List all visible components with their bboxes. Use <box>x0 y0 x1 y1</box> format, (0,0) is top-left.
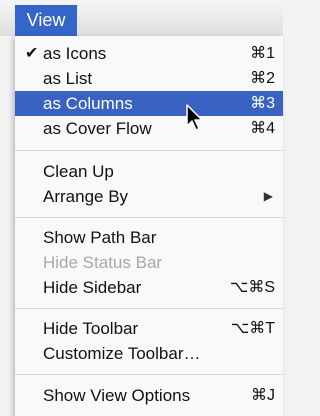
menu-item-show-path-bar[interactable]: Show Path Bar <box>15 225 283 250</box>
menu-item-shortcut: ⌘2 <box>250 70 275 87</box>
menu-item-label: as List <box>43 69 93 88</box>
menu-item-as-columns[interactable]: as Columns ⌘3 <box>15 91 283 116</box>
menu-separator <box>15 150 283 151</box>
checkmark-icon: ✔ <box>25 45 39 62</box>
menu-item-show-view-options[interactable]: Show View Options ⌘J <box>15 383 283 408</box>
menu-item-clean-up[interactable]: Clean Up <box>15 159 283 184</box>
menu-item-customize-toolbar[interactable]: Customize Toolbar… <box>15 341 283 366</box>
menu-item-shortcut: ⌥⌘S <box>229 279 275 296</box>
menu-item-shortcut: ⌥⌘T <box>230 320 275 337</box>
menu-item-hide-status-bar: Hide Status Bar <box>15 250 283 275</box>
menu-item-label: Show Path Bar <box>43 228 157 247</box>
menu-separator <box>15 374 283 375</box>
view-menu-title[interactable]: View <box>15 5 77 36</box>
view-menu-dropdown: ✔ as Icons ⌘1 as List ⌘2 as Columns ⌘3 a… <box>15 36 283 416</box>
mouse-pointer-icon <box>186 104 203 131</box>
menu-item-hide-toolbar[interactable]: Hide Toolbar ⌥⌘T <box>15 316 283 341</box>
menu-item-label: Hide Toolbar <box>43 319 139 338</box>
menu-item-label: Hide Status Bar <box>43 253 163 272</box>
menu-item-label: Customize Toolbar… <box>43 344 201 363</box>
menu-item-as-cover-flow[interactable]: as Cover Flow ⌘4 <box>15 116 283 141</box>
menu-item-label: Arrange By <box>43 187 129 206</box>
menu-item-arrange-by[interactable]: Arrange By ▶ <box>15 184 283 209</box>
menu-separator <box>15 217 283 218</box>
menu-item-label: as Cover Flow <box>43 119 152 138</box>
menu-item-label: as Icons <box>43 44 107 63</box>
menu-item-as-list[interactable]: as List ⌘2 <box>15 66 283 91</box>
submenu-arrow-icon: ▶ <box>263 189 273 203</box>
menu-item-shortcut: ⌘J <box>251 387 275 404</box>
menu-item-hide-sidebar[interactable]: Hide Sidebar ⌥⌘S <box>15 275 283 300</box>
menu-item-shortcut: ⌘4 <box>250 120 275 137</box>
menu-item-label: Show View Options <box>43 386 191 405</box>
menu-item-shortcut: ⌘1 <box>250 45 275 62</box>
menu-item-label: Hide Sidebar <box>43 278 142 297</box>
menu-item-shortcut: ⌘3 <box>250 95 275 112</box>
menu-bar: View <box>0 0 283 36</box>
menu-item-label: as Columns <box>43 94 133 113</box>
menu-item-as-icons[interactable]: ✔ as Icons ⌘1 <box>15 41 283 66</box>
menu-separator <box>15 308 283 309</box>
menu-item-label: Clean Up <box>43 162 114 181</box>
